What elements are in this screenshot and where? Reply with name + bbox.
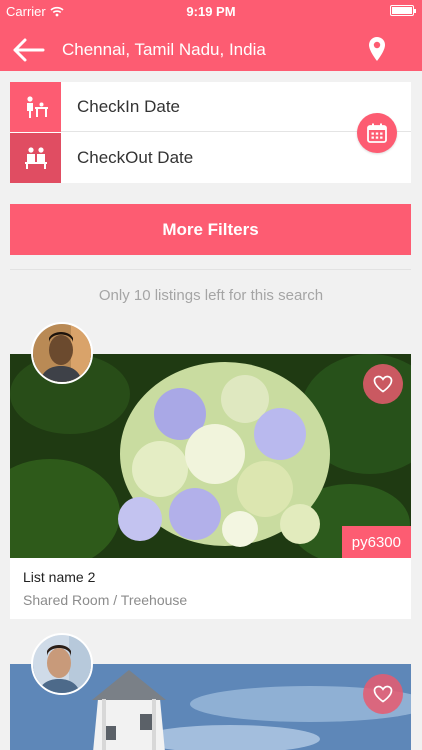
calendar-button[interactable] [357,113,397,153]
location-title[interactable]: Chennai, Tamil Nadu, India [62,40,266,60]
more-filters-button[interactable]: More Filters [10,204,411,255]
favorite-button[interactable] [363,674,403,714]
arrow-left-icon [13,38,45,62]
map-button[interactable] [368,36,388,64]
status-bar: Carrier 9:19 PM [0,0,422,22]
host-avatar[interactable] [31,322,93,384]
checkout-label: CheckOut Date [77,148,194,167]
favorite-button[interactable] [363,364,403,404]
price-badge: py6300 [341,526,411,558]
listing-card[interactable]: py6300 List name 2 Shared Room / Treehou… [10,354,411,619]
checkout-icon [10,133,61,183]
listings-count-note: Only 10 listings left for this search [98,287,324,304]
heart-icon [373,685,393,703]
checkin-label: CheckIn Date [77,97,180,116]
status-time: 9:19 PM [186,4,236,19]
map-pin-icon [369,37,385,61]
date-selector: CheckIn Date CheckOut Date [10,82,411,183]
divider [10,269,411,270]
calendar-icon [367,123,387,143]
back-button[interactable] [12,36,46,64]
checkin-icon [10,82,61,132]
checkin-row[interactable]: CheckIn Date [10,82,411,132]
battery-icon [390,5,416,16]
listing-name[interactable]: List name 2 [23,569,95,585]
checkout-row[interactable]: CheckOut Date [10,133,411,183]
app-header: Carrier 9:19 PM Chennai, Tamil Nadu, Ind… [0,0,422,71]
heart-icon [373,375,393,393]
host-avatar[interactable] [31,633,93,695]
listing-type: Shared Room / Treehouse [23,592,188,608]
